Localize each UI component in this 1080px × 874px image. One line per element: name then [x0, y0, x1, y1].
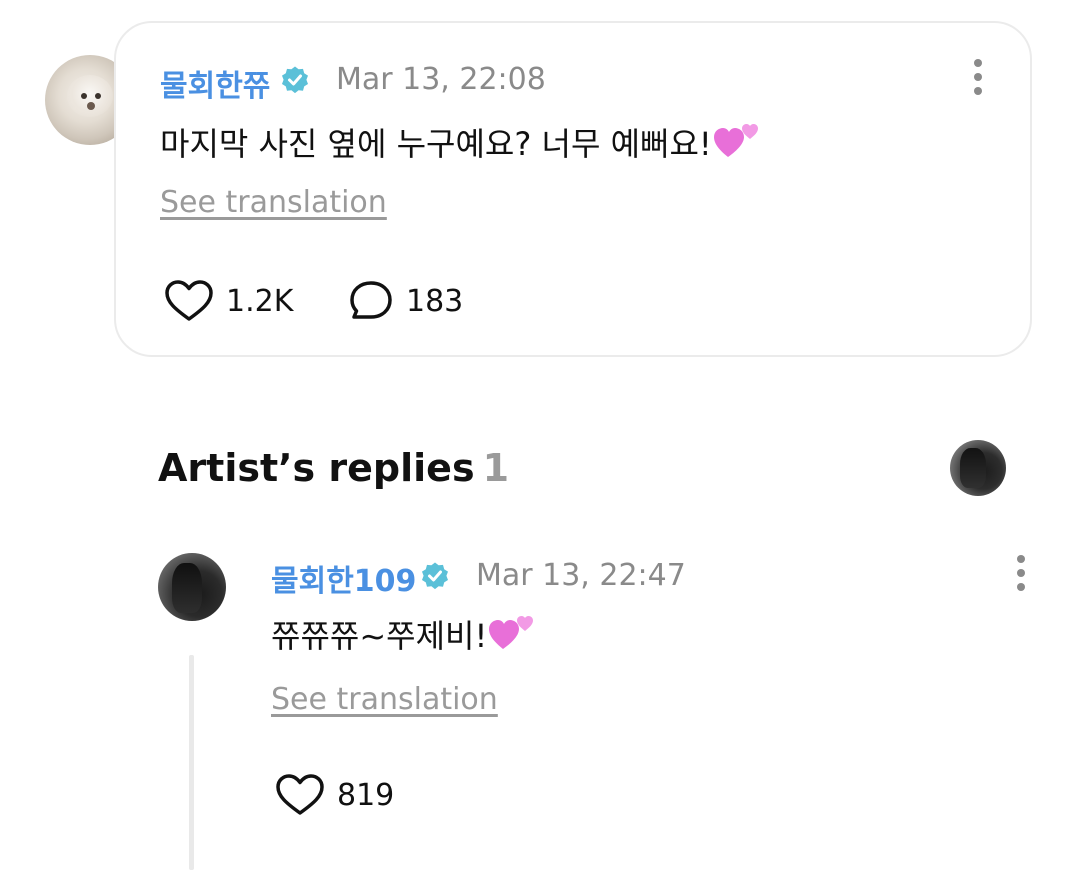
reply-text: 쮸쮸쮸~쭈제비! — [271, 611, 535, 657]
like-count: 1.2K — [226, 283, 294, 319]
more-dot-icon — [974, 59, 982, 67]
comment-author-name[interactable]: 물회한쮸 — [160, 61, 270, 105]
see-translation-link[interactable]: See translation — [160, 185, 387, 220]
more-dot-icon — [974, 73, 982, 81]
reply-see-translation-link[interactable]: See translation — [271, 682, 498, 717]
comment-more-options-button[interactable] — [968, 59, 988, 99]
artist-replies-count: 1 — [482, 446, 510, 490]
reply-count-button[interactable]: 183 — [348, 279, 463, 323]
verified-badge-icon — [282, 66, 308, 94]
reply-text-content: 쮸쮸쮸~쭈제비! — [271, 617, 488, 655]
comment-bubble-icon — [350, 281, 392, 319]
artist-avatar-small[interactable] — [950, 440, 1006, 496]
two-hearts-emoji — [489, 616, 534, 649]
more-dot-icon — [974, 87, 982, 95]
heart-outline-icon — [276, 774, 324, 815]
comment-timestamp: Mar 13, 22:08 — [336, 62, 546, 97]
artist-replies-title: Artist’s replies — [158, 446, 475, 490]
reply-timestamp: Mar 13, 22:47 — [476, 558, 686, 593]
thread-line — [189, 655, 194, 870]
comment-thread-view: 물회한쮸 Mar 13, 22:08 마지막 사진 옆에 누구예요? 너무 예뻐… — [0, 0, 1080, 874]
comment-text: 마지막 사진 옆에 누구예요? 너무 예뻐요! — [160, 119, 760, 165]
reply-more-options-button[interactable] — [1011, 555, 1031, 595]
reply-like-button[interactable]: 819 — [275, 773, 394, 817]
more-dot-icon — [1017, 583, 1025, 591]
heart-outline-icon — [165, 280, 213, 321]
artist-replies-header: Artist’s replies 1 — [158, 446, 509, 490]
comment-card: 물회한쮸 Mar 13, 22:08 마지막 사진 옆에 누구예요? 너무 예뻐… — [114, 21, 1032, 357]
reply-author-name[interactable]: 물회한109 — [271, 556, 416, 600]
reply-count: 183 — [406, 283, 464, 319]
like-button[interactable]: 1.2K — [164, 279, 293, 323]
verified-badge-icon — [422, 562, 448, 590]
reply-author-avatar[interactable] — [158, 553, 226, 621]
reply-like-count: 819 — [337, 777, 395, 813]
two-hearts-emoji — [713, 124, 758, 157]
more-dot-icon — [1017, 569, 1025, 577]
comment-text-content: 마지막 사진 옆에 누구예요? 너무 예뻐요! — [160, 125, 712, 163]
more-dot-icon — [1017, 555, 1025, 563]
